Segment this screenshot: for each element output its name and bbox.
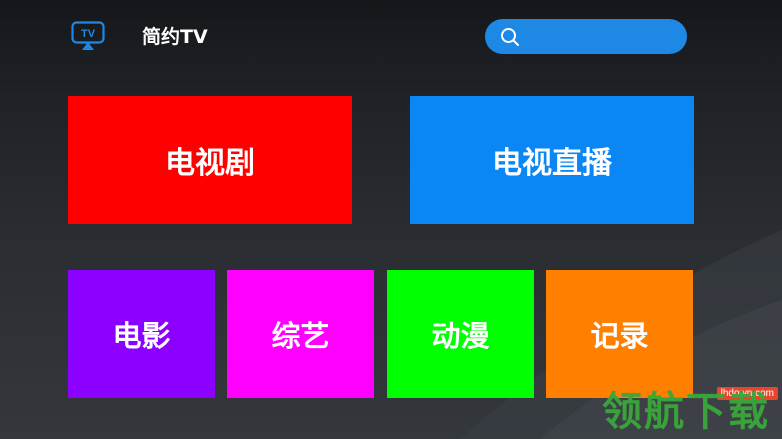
tile-label: 电影 (112, 319, 171, 353)
tile-label: 记录 (590, 319, 649, 353)
app-title: 简约TV (142, 26, 208, 48)
tv-icon: TV (71, 21, 105, 50)
tile-label: 动漫 (431, 319, 490, 353)
tile-tv-series[interactable]: 电视剧 (68, 96, 352, 224)
tile-anime[interactable]: 动漫 (387, 270, 534, 398)
search-box[interactable] (485, 19, 687, 54)
tile-variety[interactable]: 综艺 (227, 270, 374, 398)
tile-label: 综艺 (271, 319, 330, 353)
search-icon (501, 28, 519, 46)
tile-label: 电视直播 (492, 146, 612, 181)
app-logo: TV (71, 21, 105, 51)
tile-label: 电视剧 (165, 146, 255, 181)
watermark: lhdown.com 领航下载 (596, 383, 782, 439)
watermark-brand: 领航下载 (602, 389, 770, 435)
tile-documentary[interactable]: 记录 (546, 270, 693, 398)
tile-movies[interactable]: 电影 (68, 270, 215, 398)
logo-text: TV (81, 28, 96, 40)
tile-live-tv[interactable]: 电视直播 (410, 96, 694, 224)
